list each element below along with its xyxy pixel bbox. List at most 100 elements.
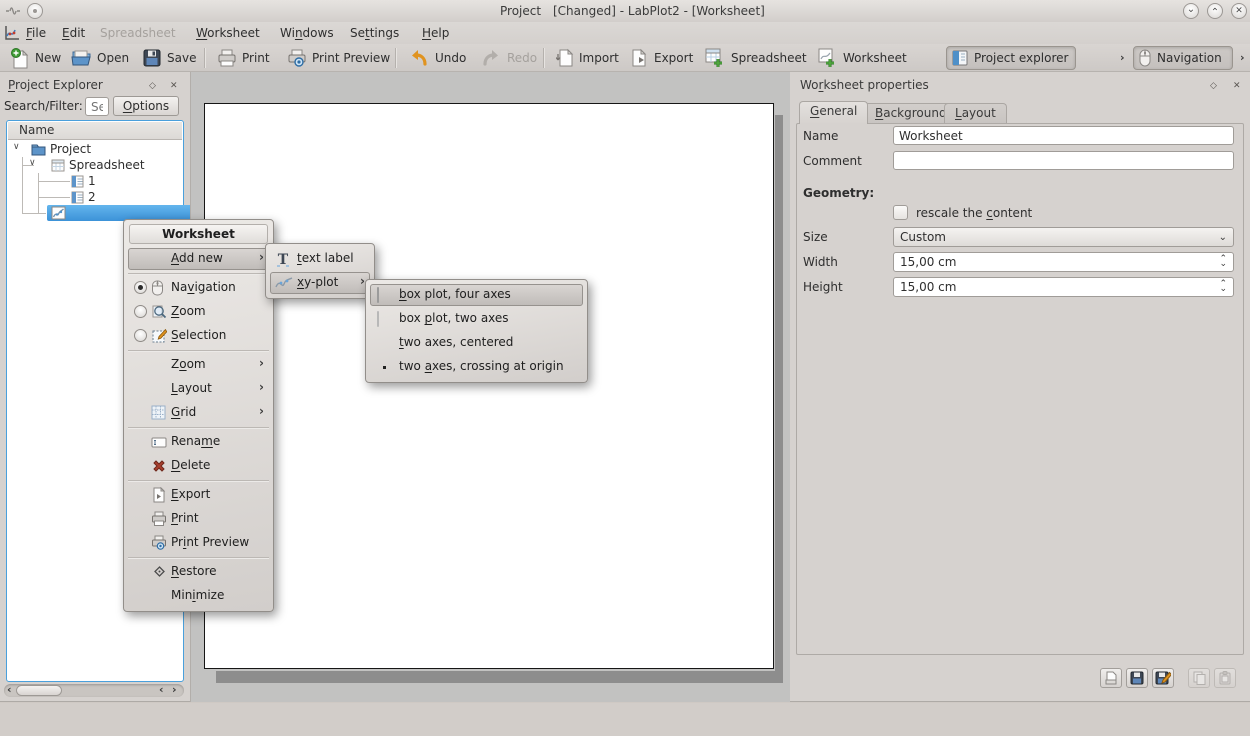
window-maximize-button[interactable] [1207, 3, 1223, 19]
scrollbar-thumb[interactable] [16, 685, 62, 696]
menu-edit[interactable]: Edit [58, 25, 89, 41]
worksheet-page[interactable] [204, 103, 774, 669]
menu-item-two-axes-centered[interactable]: two axes, centered [369, 331, 584, 355]
tree-item-worksheet[interactable]: Worksheet [51, 205, 134, 221]
menu-item-print-preview[interactable]: Print Preview [127, 531, 270, 555]
tree-item-column-1[interactable]: 1 [71, 173, 96, 189]
menu-item-text-label[interactable]: T text label [269, 247, 371, 271]
tree-item-project[interactable]: Project [31, 141, 91, 157]
menu-separator [128, 350, 269, 351]
dock-close-icon[interactable] [1233, 78, 1241, 91]
titlebar-menu-button[interactable] [27, 3, 43, 19]
window-title-document: [Changed] - LabPlot2 - [Worksheet] [553, 4, 765, 18]
new-spreadsheet-button[interactable]: Spreadsheet [700, 46, 811, 70]
save-as-template-button[interactable] [1152, 668, 1174, 688]
menu-item-two-axes-crossing-origin[interactable]: two axes, crossing at origin [369, 355, 584, 379]
window-close-button[interactable] [1231, 3, 1247, 19]
window-shade-button[interactable] [1183, 3, 1199, 19]
save-label: Save [167, 51, 196, 65]
menu-item-box-plot-two-axes[interactable]: box plot, two axes [369, 307, 584, 331]
project-explorer-toggle[interactable]: Project explorer [946, 46, 1076, 70]
menu-item-delete[interactable]: Delete [127, 454, 270, 478]
scroll-left-icon[interactable] [7, 683, 12, 696]
properties-title: Worksheet properties [800, 78, 929, 92]
load-config-button[interactable] [1100, 668, 1122, 688]
tree-item-column-2[interactable]: 2 [71, 189, 96, 205]
redo-button[interactable]: Redo [476, 46, 541, 70]
undo-button[interactable]: Undo [404, 46, 470, 70]
new-worksheet-button[interactable]: Worksheet [812, 46, 911, 70]
menu-item-box-plot-four-axes[interactable]: box plot, four axes [369, 283, 584, 307]
menu-item-minimize[interactable]: Minimize [127, 584, 270, 608]
expander-project-icon[interactable] [13, 142, 20, 152]
paste-icon [1218, 671, 1232, 685]
dock-close-icon[interactable] [170, 78, 178, 91]
menu-item-rename[interactable]: Rename [127, 430, 270, 454]
import-icon [556, 48, 574, 68]
print-icon [217, 48, 237, 68]
toolbar-extension-chevron-icon[interactable] [1240, 51, 1245, 64]
delete-x-icon [151, 458, 167, 474]
menu-item-add-new[interactable]: Add new [127, 247, 270, 271]
menu-windows[interactable]: Windows [276, 25, 338, 41]
save-config-button[interactable] [1126, 668, 1148, 688]
desktop-background [0, 703, 1250, 736]
print-preview-label: Print Preview [312, 51, 390, 65]
search-input[interactable] [85, 97, 109, 116]
title-bar[interactable]: Project [Changed] - LabPlot2 - [Workshee… [0, 0, 1250, 22]
scroll-right-icon[interactable] [172, 683, 177, 696]
menu-file[interactable]: File [22, 25, 50, 41]
tab-general[interactable]: General [799, 101, 868, 124]
print-button[interactable]: Print [213, 46, 274, 70]
tree-connector-line [38, 181, 70, 182]
tree-item-spreadsheet[interactable]: Spreadsheet [51, 157, 145, 173]
menu-settings[interactable]: Settings [346, 25, 403, 41]
menu-help[interactable]: Help [418, 25, 453, 41]
menu-item-zoom[interactable]: Zoom [127, 353, 270, 377]
labplot-window: Project [Changed] - LabPlot2 - [Workshee… [0, 0, 1250, 736]
menu-item-grid[interactable]: Grid [127, 401, 270, 425]
expander-spreadsheet-icon[interactable] [29, 158, 36, 168]
menu-worksheet[interactable]: Worksheet [192, 25, 264, 41]
menu-item-navigation[interactable]: Navigation [127, 276, 270, 300]
horizontal-scrollbar[interactable] [4, 684, 184, 697]
options-button[interactable]: Options [113, 96, 179, 116]
menu-item-xy-plot[interactable]: xy-plot [269, 271, 371, 295]
open-button[interactable]: Open [66, 46, 133, 70]
navigation-label: Navigation [1157, 51, 1222, 65]
save-button[interactable]: Save [138, 46, 200, 70]
menu-spreadsheet[interactable]: Spreadsheet [96, 25, 180, 41]
paste-button[interactable] [1214, 668, 1236, 688]
box-two-axes-icon [377, 312, 391, 326]
tree-label-column-2: 2 [88, 190, 96, 204]
menu-item-layout[interactable]: Layout [127, 377, 270, 401]
magnifier-icon [151, 304, 167, 320]
tab-layout[interactable]: Layout [944, 103, 1007, 124]
svg-text:T: T [278, 252, 289, 267]
menu-item-selection[interactable]: Selection [127, 324, 270, 348]
copy-button[interactable] [1188, 668, 1210, 688]
tree-connector-line [38, 197, 70, 198]
new-button[interactable]: New [6, 46, 65, 70]
xy-plot-submenu: box plot, four axes box plot, two axes t… [365, 279, 588, 383]
tree-header-name[interactable]: Name [8, 122, 182, 140]
scroll-left-icon[interactable] [159, 683, 164, 696]
new-spreadsheet-icon [704, 47, 726, 69]
project-explorer-icon [951, 49, 969, 67]
worksheet-view[interactable] [190, 72, 790, 702]
toolbar-extension-chevron-icon[interactable] [1120, 51, 1125, 64]
worksheet-icon [51, 206, 66, 220]
import-button[interactable]: Import [552, 46, 623, 70]
new-spreadsheet-label: Spreadsheet [731, 51, 807, 65]
new-worksheet-label: Worksheet [843, 51, 907, 65]
print-preview-button[interactable]: Print Preview [283, 46, 394, 70]
dock-float-icon[interactable] [1210, 78, 1217, 91]
dock-float-icon[interactable] [149, 78, 156, 91]
menu-item-zoom-mode[interactable]: Zoom [127, 300, 270, 324]
export-button[interactable]: Export [627, 46, 697, 70]
menu-item-restore[interactable]: Restore [127, 560, 270, 584]
print-preview-icon [287, 48, 307, 68]
menu-item-print[interactable]: Print [127, 507, 270, 531]
menu-item-export[interactable]: Export [127, 483, 270, 507]
navigation-toggle[interactable]: Navigation [1133, 46, 1233, 70]
